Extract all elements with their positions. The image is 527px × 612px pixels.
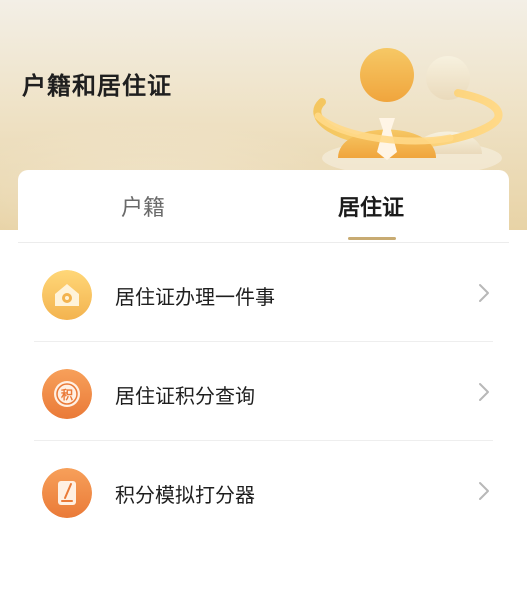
list-item-label: 居住证积分查询 xyxy=(115,384,255,408)
list-item-points-query[interactable]: 积 居住证积分查询 xyxy=(18,342,509,441)
points-icon-glyph: 积 xyxy=(61,387,73,402)
chevron-right-icon xyxy=(479,284,489,302)
home-icon xyxy=(42,270,92,320)
edit-icon xyxy=(42,468,92,518)
active-tab-indicator xyxy=(348,237,396,240)
list-item-points-simulator[interactable]: 积分模拟打分器 xyxy=(18,441,509,540)
chevron-right-icon xyxy=(479,482,489,500)
page-title: 户籍和居住证 xyxy=(22,72,172,100)
tab-bar: 户籍 居住证 xyxy=(18,170,509,243)
chevron-right-icon xyxy=(479,383,489,401)
list-item-label: 积分模拟打分器 xyxy=(115,483,255,507)
points-icon: 积 xyxy=(42,369,92,419)
list-item-residence-permit-one-stop[interactable]: 居住证办理一件事 xyxy=(18,243,509,342)
tab-residence-permit[interactable]: 居住证 xyxy=(338,190,404,222)
service-list: 居住证办理一件事 积 居住证积分查询 积分模拟打分器 xyxy=(18,243,509,540)
user-hero-illustration xyxy=(313,48,503,176)
tab-hukou[interactable]: 户籍 xyxy=(121,190,165,222)
list-item-label: 居住证办理一件事 xyxy=(115,285,275,309)
content-card: 户籍 居住证 居住证办理一件事 积 居住证积分查询 积分模拟打分器 xyxy=(18,170,509,590)
